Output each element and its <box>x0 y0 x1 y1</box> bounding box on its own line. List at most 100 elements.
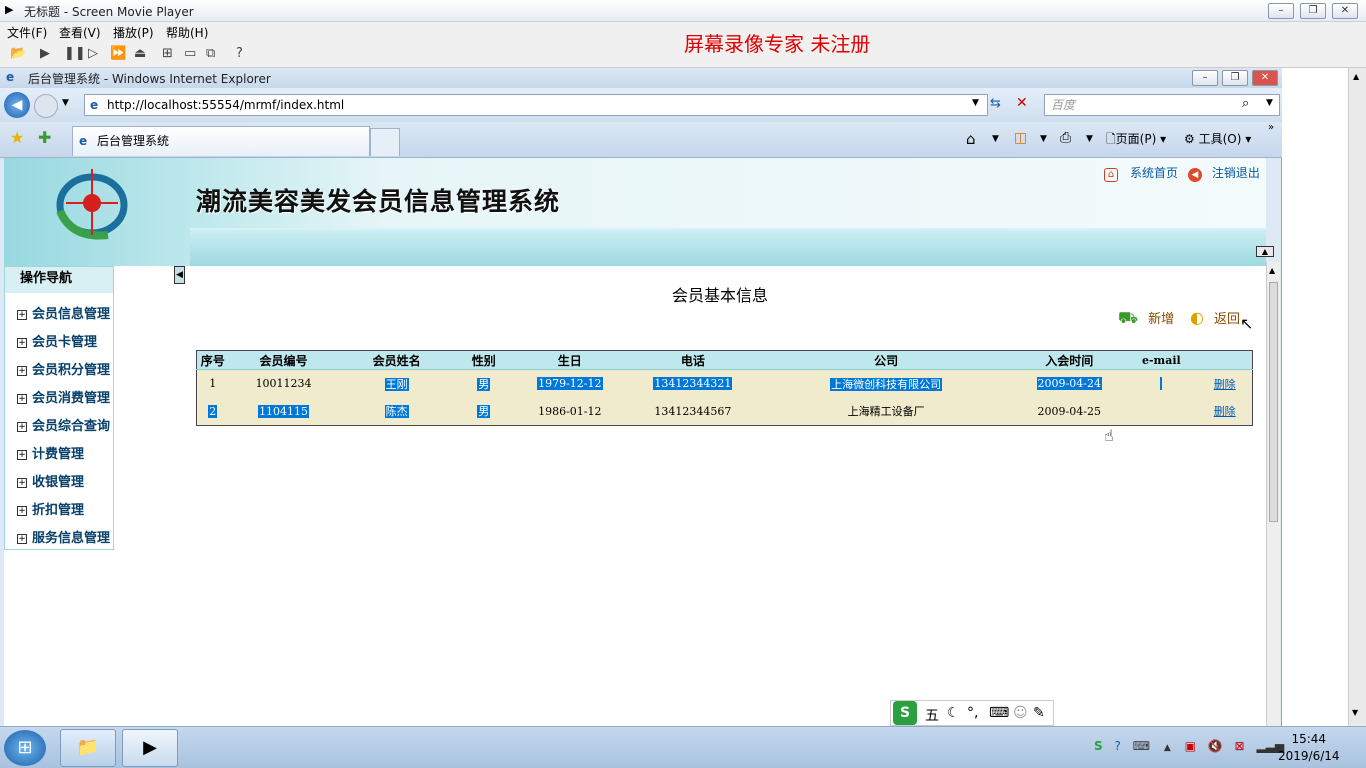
help-icon[interactable]: ? <box>236 46 243 61</box>
menu-help[interactable]: 帮助(H) <box>166 24 208 41</box>
device-tray-icon[interactable]: ▣ <box>1185 739 1196 753</box>
expand-icon: + <box>17 478 27 488</box>
selected-text: 1104115 <box>258 404 310 418</box>
delete-link[interactable]: 删除 <box>1214 405 1236 418</box>
chevron-more-icon[interactable]: » <box>1268 122 1274 133</box>
player-toolbar: 📂 ▶ ❚❚ ▷ ⏩ ⏏ ⊞ ▭ ⧉ ? <box>0 42 1366 68</box>
history-dropdown-icon[interactable]: ▼ <box>62 98 69 108</box>
player-icon: ▶ <box>143 737 157 758</box>
tab-backend[interactable]: e 后台管理系统 <box>72 126 370 156</box>
sidebar-item-member-query[interactable]: + 会员综合查询 <box>17 415 110 434</box>
sidebar-item-label: 会员卡管理 <box>32 335 98 350</box>
player-maximize-button[interactable]: ❐ <box>1300 3 1326 19</box>
print-icon[interactable]: ⎙ <box>1060 130 1071 146</box>
url-dropdown-icon[interactable]: ▼ <box>972 98 979 108</box>
ie-maximize-button[interactable]: ❐ <box>1222 70 1248 86</box>
keyboard-icon[interactable]: ⌨ <box>989 705 1009 721</box>
step-forward-icon[interactable]: ▷ <box>88 46 98 61</box>
home-icon[interactable]: ⌂ <box>966 130 976 148</box>
url-input[interactable]: http://localhost:55554/mrmf/index.html <box>84 94 988 116</box>
print-dropdown-icon[interactable]: ▼ <box>1086 134 1093 144</box>
volume-muted-icon[interactable]: 🔇 <box>1208 739 1223 753</box>
sidebar-item-member-card[interactable]: + 会员卡管理 <box>17 331 97 350</box>
delete-link[interactable]: 删除 <box>1214 378 1236 391</box>
feeds-icon[interactable]: ◫ <box>1014 130 1027 146</box>
open-icon[interactable]: 📂 <box>10 46 26 61</box>
sidebar-item-cashier[interactable]: + 收银管理 <box>17 471 84 490</box>
tools-menu-label: 工具(O) <box>1198 132 1242 146</box>
explorer-task-button[interactable]: 📁 <box>60 729 116 767</box>
scroll-up-icon[interactable]: ▲ <box>1353 72 1359 81</box>
selected-text: 陈杰 <box>384 405 409 419</box>
sidebar-item-member-consumption[interactable]: + 会员消费管理 <box>17 387 110 406</box>
ie-minimize-button[interactable]: – <box>1192 70 1218 86</box>
ie-window-title: 后台管理系统 - Windows Internet Explorer <box>28 72 271 86</box>
pause-icon[interactable]: ❚❚ <box>64 46 86 61</box>
player-task-button[interactable]: ▶ <box>122 729 178 767</box>
search-icon[interactable]: ⌕ <box>1242 96 1249 111</box>
ie-close-button[interactable]: ✕ <box>1252 70 1278 86</box>
player-minimize-button[interactable]: – <box>1268 3 1294 19</box>
scroll-up-icon[interactable]: ▲ <box>1269 266 1275 275</box>
sidebar-item-service-info[interactable]: + 服务信息管理 <box>17 527 110 546</box>
play-icon[interactable]: ▶ <box>40 46 50 61</box>
refresh-icon[interactable]: ⇆ <box>990 96 1001 111</box>
taskbar-clock[interactable]: 15:44 2019/6/14 <box>1278 731 1340 765</box>
page-menu[interactable]: 🗋页面(P) ▾ <box>1106 130 1166 151</box>
clock-time: 15:44 <box>1291 732 1327 746</box>
player-close-button[interactable]: ✕ <box>1332 3 1358 19</box>
ie-title-bar: e 后台管理系统 - Windows Internet Explorer – ❐… <box>0 68 1282 88</box>
expand-icon: + <box>17 422 27 432</box>
back-button[interactable]: ◐ 返回 <box>1190 308 1240 327</box>
add-favorites-icon[interactable]: ✚ <box>38 128 51 147</box>
wrench-icon[interactable]: ✎ <box>1033 705 1045 721</box>
eject-icon[interactable]: ⏏ <box>134 46 146 61</box>
menu-file[interactable]: 文件(F) <box>7 24 47 41</box>
favorites-star-icon[interactable]: ★ <box>10 128 24 147</box>
collapse-header-button[interactable]: ▲ <box>1256 246 1274 257</box>
punctuation-icon[interactable]: °, <box>967 705 978 721</box>
scroll-thumb[interactable] <box>1269 282 1278 522</box>
feeds-dropdown-icon[interactable]: ▼ <box>1040 134 1047 144</box>
player-scrollbar[interactable]: ▲ ▼ <box>1348 68 1366 726</box>
network-error-icon[interactable]: ⊠ <box>1235 739 1245 753</box>
keyboard-tray-icon[interactable]: ⌨ <box>1133 739 1150 753</box>
sogou-tray-icon[interactable]: S <box>1094 739 1103 753</box>
cell-email <box>1125 397 1198 426</box>
add-member-button[interactable]: ⛟ 新增 <box>1118 308 1174 329</box>
logout-link[interactable]: 注销退出 <box>1212 166 1260 180</box>
page-scrollbar[interactable]: ▲ <box>1266 262 1280 726</box>
fit-icon[interactable]: ⊞ <box>162 46 173 61</box>
user-icon[interactable]: ☺ <box>1013 705 1028 721</box>
sidebar-item-member-info[interactable]: + 会员信息管理 <box>17 303 110 322</box>
player-menu-bar: 文件(F) 查看(V) 播放(P) 帮助(H) <box>0 22 1366 42</box>
scroll-down-icon[interactable]: ▼ <box>1352 708 1358 717</box>
sidebar-item-billing[interactable]: + 计费管理 <box>17 443 84 462</box>
tray-expand-icon[interactable]: ▲ <box>1164 743 1171 753</box>
tools-menu[interactable]: ⚙ 工具(O) ▾ <box>1184 130 1251 147</box>
forward-icon[interactable] <box>34 94 58 118</box>
ime-mode[interactable]: 五 <box>925 705 939 725</box>
window-icon[interactable]: ▭ <box>184 46 196 61</box>
start-button[interactable]: ⊞ <box>4 730 46 766</box>
home-dropdown-icon[interactable]: ▼ <box>992 134 999 144</box>
home-link[interactable]: 系统首页 <box>1130 166 1178 180</box>
sogou-icon[interactable]: S <box>893 701 917 725</box>
collapse-sidebar-button[interactable]: ◀ <box>174 266 185 284</box>
sidebar-item-member-points[interactable]: + 会员积分管理 <box>17 359 110 378</box>
stop-icon[interactable]: ✕ <box>1016 95 1028 111</box>
menu-play[interactable]: 播放(P) <box>113 24 154 41</box>
sidebar-item-discount[interactable]: + 折扣管理 <box>17 499 84 518</box>
column-header: 会员编号 <box>228 350 339 370</box>
help-tray-icon[interactable]: ? <box>1114 739 1120 753</box>
fast-forward-icon[interactable]: ⏩ <box>110 46 126 61</box>
selected-text: 13412344321 <box>653 377 733 391</box>
search-dropdown-icon[interactable]: ▼ <box>1266 98 1273 108</box>
new-tab-button[interactable] <box>370 128 400 156</box>
selected-text: 王刚 <box>384 377 409 391</box>
moon-icon[interactable]: ☾ <box>947 705 960 721</box>
ie-tab-bar: ★ ✚ e 后台管理系统 ⌂ ▼ ◫ ▼ ⎙ ▼ 🗋页面(P) ▾ ⚙ 工具(O… <box>0 122 1282 158</box>
fullscreen-icon[interactable]: ⧉ <box>206 46 215 61</box>
back-icon[interactable]: ◀ <box>4 92 30 118</box>
menu-view[interactable]: 查看(V) <box>59 24 101 41</box>
